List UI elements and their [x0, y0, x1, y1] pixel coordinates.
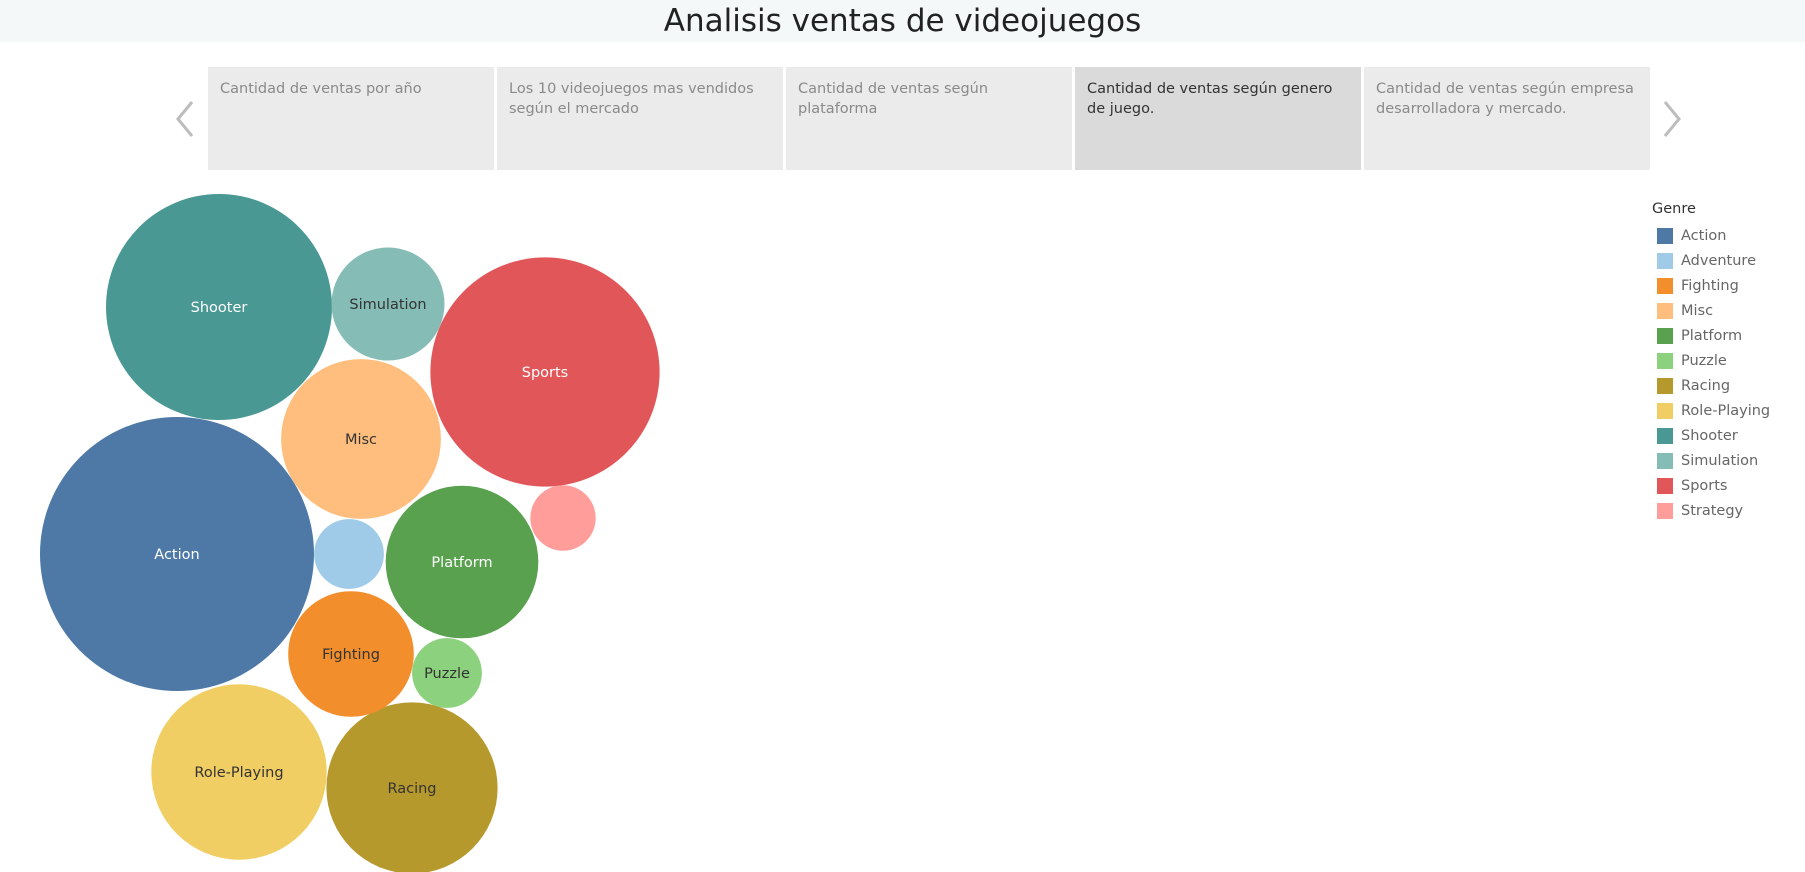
legend-label: Adventure	[1681, 252, 1756, 269]
legend-swatch	[1657, 402, 1673, 419]
legend-label: Sports	[1681, 477, 1728, 494]
bubble-label-sports: Sports	[522, 365, 568, 381]
legend-label: Racing	[1681, 377, 1731, 394]
title-bar: Analisis ventas de videojuegos	[0, 0, 1805, 42]
story-point-2[interactable]: Los 10 videojuegos mas vendidos según el…	[497, 67, 783, 170]
legend-item-shooter[interactable]: Shooter	[1652, 423, 1770, 448]
legend-swatch	[1657, 502, 1673, 519]
bubble-label-puzzle: Puzzle	[424, 666, 470, 682]
bubble-label-simulation: Simulation	[349, 297, 426, 313]
legend-label: Puzzle	[1681, 352, 1727, 369]
legend-item-misc[interactable]: Misc	[1652, 298, 1770, 323]
legend-item-platform[interactable]: Platform	[1652, 323, 1770, 348]
story-point-1[interactable]: Cantidad de ventas por año	[208, 67, 494, 170]
legend-swatch	[1657, 377, 1673, 394]
legend-item-racing[interactable]: Racing	[1652, 373, 1770, 398]
story-point-label: Cantidad de ventas según plataforma	[798, 81, 989, 117]
legend-label: Shooter	[1681, 427, 1738, 444]
legend-item-sports[interactable]: Sports	[1652, 473, 1770, 498]
legend-item-fighting[interactable]: Fighting	[1652, 273, 1770, 298]
legend-swatch	[1657, 277, 1673, 294]
dashboard-title: Analisis ventas de videojuegos	[663, 3, 1142, 39]
bubble-label-misc: Misc	[345, 432, 377, 448]
legend-swatch	[1657, 352, 1673, 369]
legend-label: Misc	[1681, 302, 1714, 319]
legend-label: Simulation	[1681, 452, 1759, 469]
chevron-right-icon	[1663, 101, 1681, 137]
story-point-4[interactable]: Cantidad de ventas según genero de juego…	[1075, 67, 1361, 170]
story-point-label: Cantidad de ventas por año	[220, 81, 422, 97]
story-point-5[interactable]: Cantidad de ventas según empresa desarro…	[1364, 67, 1650, 170]
bubble-label-role-playing: Role-Playing	[194, 765, 283, 781]
legend-label: Strategy	[1681, 502, 1744, 519]
legend-item-simulation[interactable]: Simulation	[1652, 448, 1770, 473]
legend-swatch	[1657, 452, 1673, 469]
legend-swatch	[1657, 227, 1673, 244]
legend-label: Action	[1681, 227, 1727, 244]
legend-swatch	[1657, 302, 1673, 319]
legend-item-strategy[interactable]: Strategy	[1652, 498, 1770, 523]
chevron-left-icon	[176, 101, 194, 137]
genre-legend: Genre Action Adventure Fighting Misc Platfor…	[1652, 200, 1770, 523]
legend-swatch	[1657, 427, 1673, 444]
story-prev-button[interactable]	[170, 96, 200, 142]
story-next-button[interactable]	[1657, 96, 1687, 142]
story-point-label: Cantidad de ventas según empresa desarro…	[1376, 81, 1634, 117]
legend-swatch	[1657, 477, 1673, 494]
legend-swatch	[1657, 327, 1673, 344]
legend-title: Genre	[1652, 201, 1696, 217]
legend-label: Role-Playing	[1681, 402, 1771, 419]
story-point-label: Los 10 videojuegos mas vendidos según el…	[509, 81, 754, 117]
legend-item-action[interactable]: Action	[1652, 223, 1770, 248]
story-point-label: Cantidad de ventas según genero de juego…	[1087, 81, 1333, 117]
bubble-strategy[interactable]	[530, 485, 596, 551]
legend-label: Fighting	[1681, 277, 1739, 294]
legend-swatch	[1657, 252, 1673, 269]
legend-item-puzzle[interactable]: Puzzle	[1652, 348, 1770, 373]
bubble-label-shooter: Shooter	[191, 300, 248, 316]
genre-bubble-chart: Action Shooter Sports Role-Playing Racing Pla…	[40, 194, 660, 872]
bubble-label-racing: Racing	[387, 781, 436, 797]
legend-item-adventure[interactable]: Adventure	[1652, 248, 1770, 273]
story-point-3[interactable]: Cantidad de ventas según plataforma	[786, 67, 1072, 170]
legend-item-role-playing[interactable]: Role-Playing	[1652, 398, 1770, 423]
bubble-label-fighting: Fighting	[322, 647, 380, 663]
legend-label: Platform	[1681, 327, 1743, 344]
bubble-label-platform: Platform	[431, 555, 492, 571]
bubble-label-action: Action	[154, 547, 199, 563]
bubble-adventure[interactable]	[314, 519, 384, 589]
